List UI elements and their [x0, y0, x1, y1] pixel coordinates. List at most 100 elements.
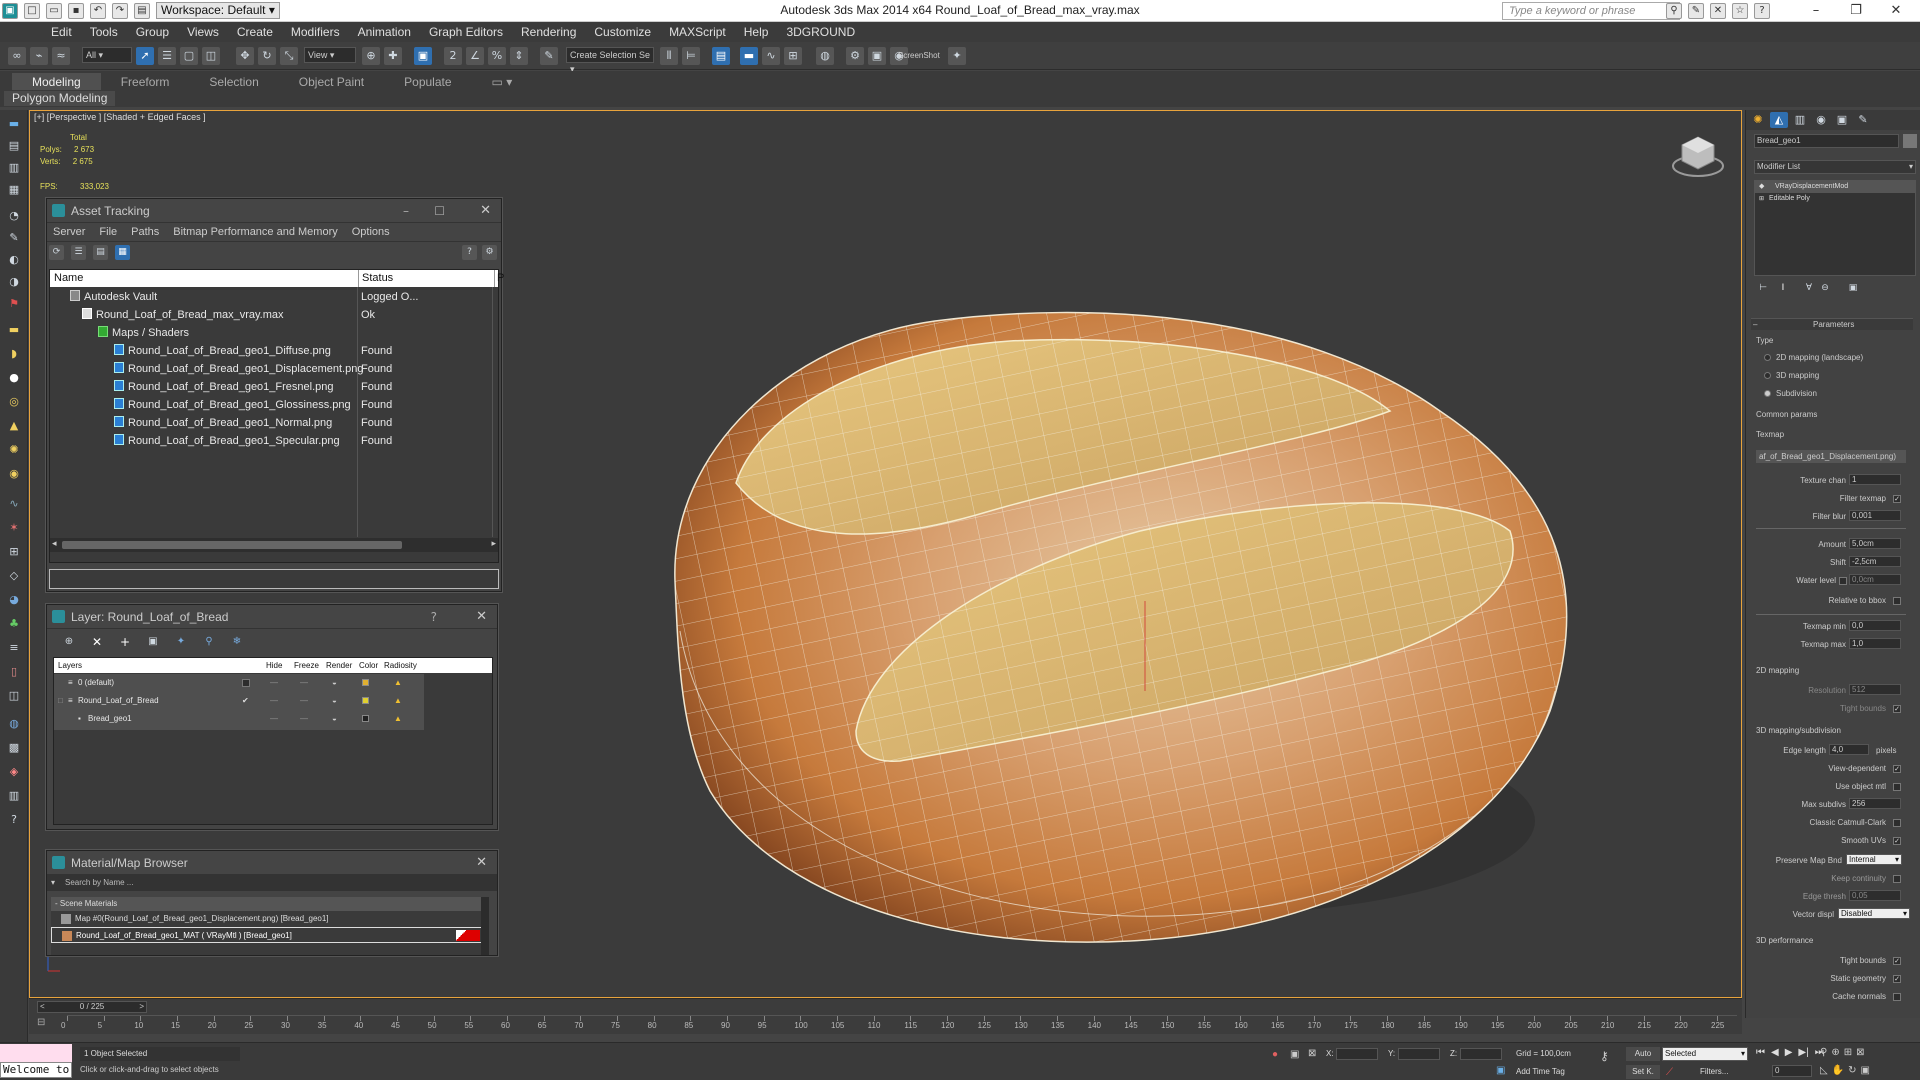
create-tab-icon[interactable]: ✺ — [1749, 112, 1767, 128]
stack-item-editable-poly[interactable]: ⊞ Editable Poly — [1755, 193, 1915, 205]
open-file-icon[interactable]: ▭ — [46, 2, 62, 19]
material-search-input[interactable]: ▾ Search by Name ... — [47, 875, 497, 891]
ref-coord-dropdown[interactable]: View ▾ — [304, 47, 356, 63]
sun-icon[interactable]: ✺ — [5, 442, 23, 458]
material-browser-close-button[interactable]: ✕ — [476, 851, 487, 875]
minimize-button[interactable]: – — [1796, 0, 1836, 22]
layer-color-swatch[interactable] — [362, 715, 369, 722]
display-tab-icon[interactable]: ▣ — [1833, 112, 1851, 128]
spinner-snap-icon[interactable]: ⇕ — [510, 47, 528, 65]
layer-row-default[interactable]: ≡ 0 (default) — — ◒ ▲ — [54, 674, 424, 692]
tree-view-icon[interactable]: ▤ — [93, 245, 108, 260]
vertical-scrollbar[interactable] — [481, 897, 489, 955]
max-subdivs-spinner[interactable]: 256 — [1849, 798, 1901, 809]
layer-manager-icon[interactable]: ▤ — [712, 47, 730, 65]
col-render[interactable]: Render — [326, 658, 352, 673]
time-slider[interactable]: < 0 / 225 > — [37, 1001, 147, 1013]
workspace-dropdown[interactable]: Workspace: Default ▾ — [156, 2, 280, 19]
radiosity-icon[interactable]: ▲ — [394, 674, 402, 692]
key-filter-dropdown[interactable]: Selected ▾ — [1662, 1047, 1748, 1061]
go-to-start-icon[interactable]: ⏮ — [1756, 1047, 1765, 1058]
helper-icon[interactable]: ⚑ — [5, 296, 23, 312]
spline-icon[interactable]: ∿ — [5, 496, 23, 512]
col-name[interactable]: Name — [54, 270, 83, 287]
zoom-extents-icon[interactable]: ⊞ — [1844, 1047, 1852, 1058]
col-freeze[interactable]: Freeze — [294, 658, 319, 673]
at-menu-options[interactable]: Options — [352, 223, 390, 241]
asset-row-texture[interactable]: Round_Loaf_of_Bread_geo1_Specular.png Fou… — [50, 432, 498, 450]
show-end-result-icon[interactable]: I — [1774, 282, 1792, 294]
new-file-icon[interactable]: □ — [24, 2, 40, 19]
menu-customize[interactable]: Customize — [585, 25, 660, 39]
sphere-icon[interactable]: ◗ — [5, 346, 23, 362]
y-coordinate-field[interactable] — [1398, 1048, 1440, 1060]
bulb-icon[interactable]: ◆ — [1759, 181, 1764, 193]
shift-spinner[interactable]: -2,5cm — [1849, 556, 1901, 567]
isolate-selection-icon[interactable]: ● — [1272, 1049, 1278, 1060]
material-item-selected[interactable]: Round_Loaf_of_Bread_geo1_MAT ( VRayMtl )… — [51, 927, 483, 943]
expand-icon[interactable]: □ — [58, 692, 63, 710]
previous-frame-icon[interactable]: ◀ — [1771, 1047, 1779, 1058]
at-menu-paths[interactable]: Paths — [131, 223, 159, 241]
move-icon[interactable]: ✥ — [236, 47, 254, 65]
remove-modifier-icon[interactable]: ⊖ — [1816, 282, 1834, 294]
layer-row-bread[interactable]: □ ≡ Round_Loaf_of_Bread ✔ — — ◒ ▲ — [54, 692, 424, 710]
settings-icon[interactable]: ⚙ — [482, 245, 497, 260]
menu-graph-editors[interactable]: Graph Editors — [420, 25, 512, 39]
filters-button[interactable]: Filters... — [1700, 1067, 1728, 1076]
keyword-search-input[interactable]: Type a keyword or phrase — [1502, 2, 1680, 20]
pin-stack-icon[interactable]: ⊢ — [1754, 282, 1772, 294]
rotate-icon[interactable]: ↻ — [258, 47, 276, 65]
freeze-toggle[interactable]: — — [300, 710, 308, 728]
subscription-icon[interactable]: ✎ — [1688, 3, 1704, 19]
render-teapot-icon[interactable]: ◒ — [332, 692, 337, 710]
layer-panel-close-button[interactable]: ✕ — [476, 605, 487, 629]
menu-help[interactable]: Help — [735, 25, 778, 39]
binoculars-icon[interactable]: ⚲ — [1666, 3, 1682, 19]
rect-selection-icon[interactable]: ▢ — [180, 47, 198, 65]
scene-materials-group[interactable]: - Scene Materials — [51, 897, 489, 911]
col-radiosity[interactable]: Radiosity — [384, 658, 417, 673]
box-icon[interactable]: ▬ — [5, 322, 23, 338]
zoom-all-icon[interactable]: ⊕ — [1831, 1047, 1839, 1058]
menu-group[interactable]: Group — [127, 25, 178, 39]
asset-row-maps[interactable]: Maps / Shaders — [50, 324, 498, 342]
texmap-button[interactable]: af_of_Bread_geo1_Displacement.png) — [1756, 450, 1906, 463]
z-coordinate-field[interactable] — [1460, 1048, 1502, 1060]
keyboard-shortcut-icon[interactable]: ▣ — [414, 47, 432, 65]
set-key-icon[interactable]: ⚷ — [1600, 1049, 1609, 1063]
tight-bounds-2d-checkbox[interactable]: ✓ — [1893, 705, 1901, 713]
preserve-map-bnd-dropdown[interactable]: Internal ▾ — [1846, 854, 1902, 865]
col-layers[interactable]: Layers — [58, 658, 82, 673]
search-dropdown-icon[interactable]: ▾ — [51, 875, 55, 891]
auto-key-button[interactable]: Auto — [1626, 1047, 1660, 1061]
screenshot-label[interactable]: ScreenShot — [898, 51, 940, 60]
asset-row-texture[interactable]: Round_Loaf_of_Bread_geo1_Diffuse.png Foun… — [50, 342, 498, 360]
texture-chan-spinner[interactable]: 1 — [1849, 474, 1901, 485]
screenshot-options-icon[interactable]: ✦ — [948, 47, 966, 65]
particle-icon[interactable]: ✶ — [5, 520, 23, 536]
viewport-label[interactable]: [+] [Perspective ] [Shaded + Edged Faces… — [34, 112, 206, 122]
freeze-all-layers-icon[interactable]: ❄ — [229, 634, 245, 650]
utilities-icon[interactable]: ✎ — [5, 230, 23, 246]
hide-toggle[interactable]: — — [270, 692, 278, 710]
asset-row-maxfile[interactable]: Round_Loaf_of_Bread_max_vray.max Ok — [50, 306, 498, 324]
edit-named-sets-icon[interactable]: ✎ — [540, 47, 558, 65]
motion-tab-icon[interactable]: ◉ — [1812, 112, 1830, 128]
highlight-layer-icon[interactable]: ✦ — [173, 634, 189, 650]
menu-views[interactable]: Views — [178, 25, 228, 39]
redo-icon[interactable]: ↷ — [112, 2, 128, 19]
select-manipulate-icon[interactable]: ✚ — [384, 47, 402, 65]
asset-tracking-close-button[interactable]: ✕ — [480, 199, 491, 223]
cache-normals-checkbox[interactable] — [1893, 993, 1901, 1001]
track-bar[interactable]: 0 5 10 15 20 25 30 35 40 45 50 55 60 65 70 75 80 85 90 95 10… — [61, 1015, 1737, 1033]
field-of-view-icon[interactable]: ◺ — [1820, 1065, 1828, 1076]
hide-toggle[interactable]: — — [270, 674, 278, 692]
refresh-icon[interactable]: ⟳ — [49, 245, 64, 260]
panel-maximize-button[interactable]: ☐ — [434, 199, 445, 223]
display-icon[interactable]: ◔ — [5, 208, 23, 224]
amount-spinner[interactable]: 5,0cm — [1849, 538, 1901, 549]
panel-minimize-button[interactable]: – — [403, 199, 409, 223]
camera-icon[interactable]: ◐ — [5, 252, 23, 268]
material-editor-icon[interactable]: ◍ — [816, 47, 834, 65]
